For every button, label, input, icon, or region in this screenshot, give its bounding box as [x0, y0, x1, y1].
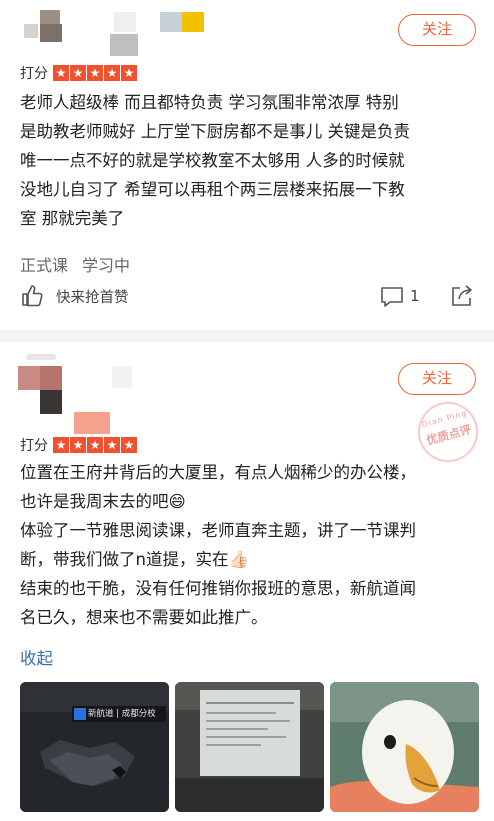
- review-line: 室 那就完美了: [20, 209, 125, 228]
- action-bar: 快来抢首赞 1: [20, 284, 480, 314]
- follow-button[interactable]: 关注: [398, 14, 476, 46]
- rating-label: 打分: [20, 438, 48, 454]
- star-icon: ★: [121, 65, 137, 81]
- avatar[interactable]: [18, 4, 68, 54]
- share-icon: [452, 285, 472, 306]
- rating-row: 打分 ★ ★ ★ ★ ★: [20, 435, 137, 455]
- thumbs-up-icon: [22, 285, 43, 307]
- tag-course-type: 正式课: [20, 256, 69, 275]
- username[interactable]: [110, 10, 210, 60]
- avatar[interactable]: [18, 350, 68, 414]
- review-line: 也许是我周末去的吧😄: [20, 492, 186, 511]
- star-rating: ★ ★ ★ ★ ★: [53, 65, 137, 81]
- rating-row: 打分 ★ ★ ★ ★ ★: [20, 63, 137, 83]
- like-label: 快来抢首赞: [56, 289, 129, 306]
- review-line: 没地儿自习了 希望可以再租个两三层楼来拓展一下教: [20, 180, 405, 199]
- review-text: 位置在王府井背后的大厦里，有点人烟稀少的办公楼， 也许是我周末去的吧😄 体验了一…: [20, 458, 480, 632]
- star-rating: ★ ★ ★ ★ ★: [53, 437, 137, 453]
- star-icon: ★: [121, 437, 137, 453]
- review-line: 位置在王府井背后的大厦里，有点人烟稀少的办公楼，: [20, 463, 416, 482]
- comment-icon: [381, 287, 403, 307]
- classroom-slide-photo[interactable]: [175, 682, 324, 812]
- username[interactable]: [74, 362, 134, 438]
- review-card-1: 关注 打分 ★ ★ ★ ★ ★ 老师人超级棒 而且都特负责 学习氛围非常浓厚 特…: [0, 0, 494, 330]
- star-icon: ★: [104, 437, 120, 453]
- tag-status: 学习中: [82, 256, 131, 275]
- review-text: 老师人超级棒 而且都特负责 学习氛围非常浓厚 特别 是助教老师贼好 上厅堂下厨房…: [20, 88, 480, 233]
- comment-count: 1: [410, 287, 420, 305]
- star-icon: ★: [70, 437, 86, 453]
- review-line: 老师人超级棒 而且都特负责 学习氛围非常浓厚 特别: [20, 93, 399, 112]
- review-line: 体验了一节雅思阅读课，老师直奔主题，讲了一节课判: [20, 521, 416, 540]
- star-icon: ★: [70, 65, 86, 81]
- review-line: 名已久，想来也不需要如此推广。: [20, 608, 268, 627]
- follow-button[interactable]: 关注: [398, 363, 476, 395]
- like-button[interactable]: 快来抢首赞: [20, 284, 129, 308]
- card-separator: [0, 330, 494, 342]
- collapse-link[interactable]: 收起: [20, 645, 53, 669]
- star-icon: ★: [53, 437, 69, 453]
- review-photos: 新航道 | 成都分校: [20, 682, 479, 812]
- review-line: 断，带我们做了n道提，实在👍🏻: [20, 550, 250, 569]
- star-icon: ★: [87, 65, 103, 81]
- course-tags: 正式课 学习中: [20, 252, 144, 276]
- review-line: 唯一一点不好的就是学校教室不太够用 人多的时候就: [20, 151, 405, 170]
- office-photo[interactable]: 新航道 | 成都分校: [20, 682, 169, 812]
- duck-photo[interactable]: [330, 682, 479, 812]
- rating-label: 打分: [20, 66, 48, 82]
- review-line: 是助教老师贼好 上厅堂下厨房都不是事儿 关键是负责: [20, 122, 410, 141]
- office-sign-text: 新航道 | 成都分校: [88, 709, 156, 719]
- star-icon: ★: [53, 65, 69, 81]
- share-button[interactable]: [450, 284, 474, 312]
- star-icon: ★: [104, 65, 120, 81]
- review-line: 结束的也干脆，没有任何推销你报班的意思，新航道闻: [20, 579, 416, 598]
- star-icon: ★: [87, 437, 103, 453]
- comment-button[interactable]: 1: [380, 284, 420, 308]
